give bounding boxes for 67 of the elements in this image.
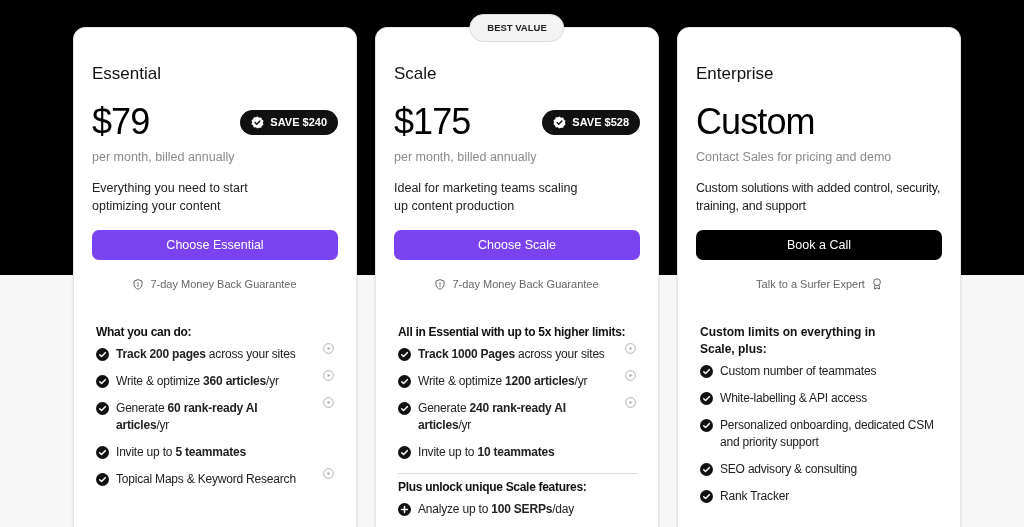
check-circle-icon xyxy=(96,375,109,388)
check-circle-icon xyxy=(398,375,411,388)
plan-button[interactable]: Choose Essential xyxy=(92,230,338,260)
best-value-badge: BEST VALUE xyxy=(469,14,565,42)
check-circle-icon xyxy=(398,402,411,415)
features-heading: What you can do: xyxy=(96,324,193,341)
check-circle-icon xyxy=(398,446,411,459)
feature-text: Invite up to 5 teammates xyxy=(116,444,247,461)
feature-text: Topical Maps & Keyword Research xyxy=(116,471,297,488)
play-icon[interactable] xyxy=(323,343,334,354)
note-text: 7-day Money Back Guarantee xyxy=(452,276,599,292)
price-note: Contact Sales for pricing and demo xyxy=(696,149,893,166)
check-circle-icon xyxy=(96,402,109,415)
check-circle-icon xyxy=(700,365,713,378)
plan-button[interactable]: Choose Scale xyxy=(394,230,640,260)
plan-description: Custom solutions with added control, security, training, and support xyxy=(696,180,942,215)
feature-text: Generate 60 rank-ready AI articles/yr xyxy=(116,400,259,434)
price-note: per month, billed annually xyxy=(394,149,538,166)
note-text: Talk to a Surfer Expert xyxy=(756,276,865,292)
feature-text: Rank Tracker xyxy=(720,488,790,505)
price: Custom xyxy=(696,102,815,142)
shield-icon xyxy=(133,278,144,290)
price-note: per month, billed annually xyxy=(92,149,236,166)
check-circle-icon xyxy=(96,473,109,486)
play-icon[interactable] xyxy=(625,370,636,381)
check-circle-icon xyxy=(700,419,713,432)
play-icon[interactable] xyxy=(625,343,636,354)
price: $175 xyxy=(394,102,471,142)
check-circle-icon xyxy=(398,348,411,361)
plan-name: Enterprise xyxy=(696,64,775,84)
note-text: 7-day Money Back Guarantee xyxy=(150,276,297,292)
check-circle-icon xyxy=(96,348,109,361)
check-circle-icon xyxy=(700,490,713,503)
plan-name: Essential xyxy=(92,64,162,84)
verified-badge-icon xyxy=(251,115,265,129)
feature-text: Track 1000 Pages across your sites xyxy=(418,346,606,363)
check-circle-icon xyxy=(700,392,713,405)
features-heading: Plus unlock unique Scale features: xyxy=(398,479,588,496)
feature-text: Custom number of teammates xyxy=(720,363,878,380)
feature-text: Write & optimize 1200 articles/yr xyxy=(418,373,589,390)
play-icon[interactable] xyxy=(323,370,334,381)
features-heading: Custom limits on everything in Scale, plus: xyxy=(700,324,877,358)
shield-icon xyxy=(435,278,446,290)
play-icon[interactable] xyxy=(323,397,334,408)
play-icon[interactable] xyxy=(625,397,636,408)
play-icon[interactable] xyxy=(323,468,334,479)
savings-badge: SAVE $528 xyxy=(542,109,640,135)
verified-badge-icon xyxy=(553,115,567,129)
feature-text: Generate 240 rank-ready AI articles/yr xyxy=(418,400,567,434)
features-heading: All in Essential with up to 5x higher limits: xyxy=(398,324,627,341)
feature-text: Analyze up to 100 SERPs/day xyxy=(418,501,576,518)
savings-badge: SAVE $240 xyxy=(240,109,338,135)
feature-text: Personalized onboarding, dedicated CSM and priority support xyxy=(720,417,935,451)
plan-description: Ideal for marketing teams scaling up content production xyxy=(394,180,579,215)
check-circle-icon xyxy=(96,446,109,459)
feature-text: Track 200 pages across your sites xyxy=(116,346,297,363)
feature-text: White-labelling & API access xyxy=(720,390,869,407)
feature-text: Write & optimize 360 articles/yr xyxy=(116,373,280,390)
award-icon xyxy=(871,278,882,290)
price: $79 xyxy=(92,102,150,142)
plan-name: Scale xyxy=(394,64,438,84)
plus-circle-icon xyxy=(398,503,411,516)
check-circle-icon xyxy=(700,463,713,476)
feature-text: Invite up to 10 teammates xyxy=(418,444,556,461)
feature-text: SEO advisory & consulting xyxy=(720,461,859,478)
plan-button[interactable]: Book a Call xyxy=(696,230,942,260)
plan-description: Everything you need to start optimizing your content xyxy=(92,180,249,215)
